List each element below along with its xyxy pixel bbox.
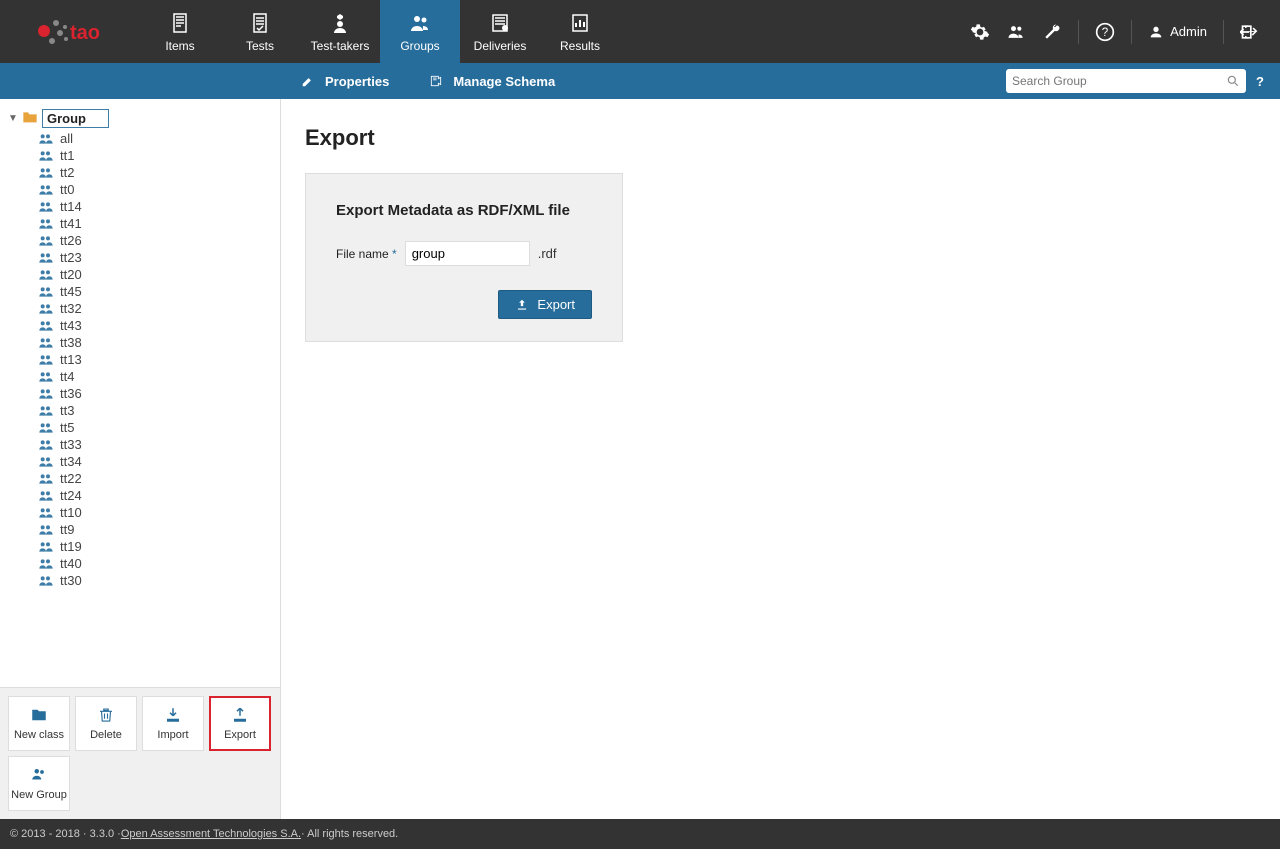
tree-item[interactable]: tt33 (38, 436, 276, 453)
export-button[interactable]: Export (498, 290, 592, 319)
tree-item[interactable]: tt34 (38, 453, 276, 470)
filename-input[interactable] (405, 241, 530, 266)
tree-item[interactable]: tt40 (38, 555, 276, 572)
svg-text:tao: tao (70, 22, 100, 44)
action-import[interactable]: Import (142, 696, 204, 751)
subbar-properties[interactable]: Properties (301, 74, 389, 89)
group-icon (38, 167, 54, 179)
group-icon (38, 473, 54, 485)
actions-panel: New classDeleteImportExport New Group (0, 687, 280, 819)
group-icon (38, 575, 54, 587)
top-nav: tao ItemsTestsTest-takersGroupsDeliverie… (0, 0, 1280, 63)
logout-icon[interactable] (1240, 22, 1260, 42)
tree-item[interactable]: tt4 (38, 368, 276, 385)
nav-tab-testtakers[interactable]: Test-takers (300, 0, 380, 63)
nav-tab-tests[interactable]: Tests (220, 0, 300, 63)
group-icon (38, 456, 54, 468)
sub-bar: Properties Manage Schema ? (0, 63, 1280, 99)
tree-item[interactable]: tt24 (38, 487, 276, 504)
tree-item[interactable]: tt45 (38, 283, 276, 300)
help-icon[interactable]: ? (1095, 22, 1115, 42)
tree-item[interactable]: tt41 (38, 215, 276, 232)
tree-item[interactable]: tt22 (38, 470, 276, 487)
tree-item[interactable]: tt14 (38, 198, 276, 215)
tree-item[interactable]: tt43 (38, 317, 276, 334)
group-icon (38, 354, 54, 366)
tree-expander[interactable]: ▼ (8, 113, 18, 124)
nav-tab-deliveries[interactable]: Deliveries (460, 0, 540, 63)
content-panel: Export Export Metadata as RDF/XML file F… (281, 99, 1280, 819)
subbar-help[interactable]: ? (1256, 74, 1266, 89)
users-icon[interactable] (1006, 22, 1026, 42)
tree-item[interactable]: tt10 (38, 504, 276, 521)
group-icon (38, 507, 54, 519)
filename-ext: .rdf (538, 246, 557, 261)
tree-panel: ▼ Group alltt1tt2tt0tt14tt41tt26tt23tt20… (0, 99, 281, 819)
action-new-class[interactable]: New class (8, 696, 70, 751)
group-icon (38, 371, 54, 383)
tree-item[interactable]: tt19 (38, 538, 276, 555)
svg-text:?: ? (1102, 26, 1109, 39)
tree-item[interactable]: tt9 (38, 521, 276, 538)
group-icon (38, 218, 54, 230)
search-box[interactable] (1006, 69, 1246, 93)
tree-item[interactable]: tt5 (38, 419, 276, 436)
group-icon (38, 558, 54, 570)
group-icon (38, 201, 54, 213)
group-icon (38, 303, 54, 315)
group-icon (38, 252, 54, 264)
group-icon (38, 269, 54, 281)
tree-item[interactable]: tt13 (38, 351, 276, 368)
search-input[interactable] (1012, 74, 1226, 88)
subbar-manage-schema[interactable]: Manage Schema (429, 74, 555, 89)
action-new-group[interactable]: New Group (8, 756, 70, 811)
tree-item[interactable]: tt30 (38, 572, 276, 589)
card-title: Export Metadata as RDF/XML file (336, 202, 592, 219)
tree-item[interactable]: tt36 (38, 385, 276, 402)
nav-tab-results[interactable]: Results (540, 0, 620, 63)
group-icon (38, 405, 54, 417)
group-icon (38, 286, 54, 298)
group-icon (38, 150, 54, 162)
group-icon (38, 337, 54, 349)
page-title: Export (305, 125, 1256, 151)
folder-icon (22, 110, 38, 127)
action-delete[interactable]: Delete (75, 696, 137, 751)
nav-tab-groups[interactable]: Groups (380, 0, 460, 63)
wrench-icon[interactable] (1042, 22, 1062, 42)
search-icon[interactable] (1226, 74, 1240, 88)
filename-label: File name * (336, 247, 397, 261)
tree-item[interactable]: tt2 (38, 164, 276, 181)
user-menu[interactable]: Admin (1148, 24, 1207, 40)
tree-item[interactable]: all (38, 130, 276, 147)
tree-root-label[interactable]: Group (42, 109, 109, 128)
nav-tab-items[interactable]: Items (140, 0, 220, 63)
group-icon (38, 524, 54, 536)
group-icon (38, 388, 54, 400)
tree-item[interactable]: tt0 (38, 181, 276, 198)
group-icon (38, 541, 54, 553)
group-icon (38, 184, 54, 196)
gear-icon[interactable] (970, 22, 990, 42)
nav-right: ? Admin (970, 0, 1280, 63)
tao-logo[interactable]: tao (0, 9, 140, 54)
export-card: Export Metadata as RDF/XML file File nam… (305, 173, 623, 342)
tree-item[interactable]: tt32 (38, 300, 276, 317)
footer-link[interactable]: Open Assessment Technologies S.A. (121, 828, 301, 840)
group-icon (38, 439, 54, 451)
footer: © 2013 - 2018 · 3.3.0 · Open Assessment … (0, 819, 1280, 849)
group-icon (38, 422, 54, 434)
tree-item[interactable]: tt1 (38, 147, 276, 164)
group-icon (38, 133, 54, 145)
group-icon (38, 320, 54, 332)
tree-item[interactable]: tt38 (38, 334, 276, 351)
group-icon (38, 490, 54, 502)
tree-item[interactable]: tt23 (38, 249, 276, 266)
group-icon (38, 235, 54, 247)
tree-item[interactable]: tt26 (38, 232, 276, 249)
tree-item[interactable]: tt20 (38, 266, 276, 283)
tree-item[interactable]: tt3 (38, 402, 276, 419)
action-export[interactable]: Export (209, 696, 271, 751)
user-label: Admin (1170, 24, 1207, 39)
